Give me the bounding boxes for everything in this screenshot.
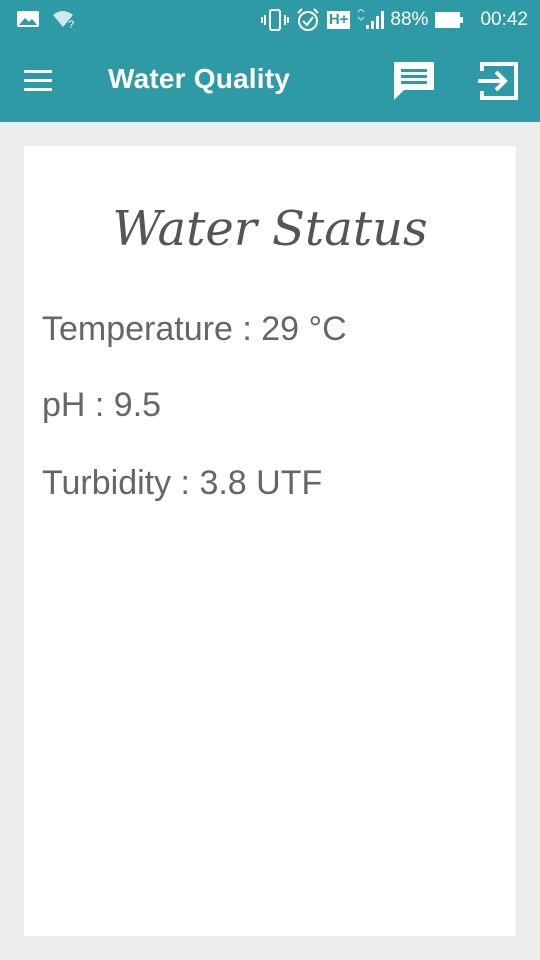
exit-icon bbox=[478, 62, 518, 100]
status-bar: ? H+ 88% 00:42 bbox=[0, 0, 540, 40]
menu-icon bbox=[24, 70, 52, 73]
network-type-icon: H+ bbox=[326, 11, 351, 29]
water-status-card: Water Status Temperature : 29 °C pH : 9.… bbox=[24, 146, 516, 936]
chat-button[interactable] bbox=[390, 58, 438, 104]
exit-button[interactable] bbox=[476, 58, 522, 104]
svg-text:?: ? bbox=[68, 19, 74, 30]
wifi-question-icon: ? bbox=[52, 8, 78, 30]
app-bar: Water Quality bbox=[0, 40, 540, 122]
menu-icon-line bbox=[24, 79, 52, 82]
menu-button[interactable] bbox=[24, 66, 58, 96]
signal-icon bbox=[356, 9, 385, 31]
temperature-reading: Temperature : 29 °C bbox=[42, 310, 347, 348]
image-icon bbox=[16, 9, 40, 29]
vibrate-icon bbox=[260, 8, 289, 32]
battery-icon bbox=[434, 10, 464, 30]
app-title: Water Quality bbox=[108, 63, 291, 94]
menu-icon-line bbox=[24, 88, 52, 91]
card-title: Water Status bbox=[112, 201, 428, 257]
turbidity-reading: Turbidity : 3.8 UTF bbox=[42, 464, 323, 502]
battery-percent: 88% bbox=[390, 9, 429, 30]
ph-reading: pH : 9.5 bbox=[42, 386, 162, 424]
status-bar-right: H+ 88% 00:42 bbox=[260, 7, 528, 33]
alarm-icon bbox=[295, 7, 321, 33]
clock: 00:42 bbox=[480, 9, 528, 30]
status-bar-left: ? bbox=[16, 8, 78, 30]
chat-icon bbox=[394, 62, 434, 100]
